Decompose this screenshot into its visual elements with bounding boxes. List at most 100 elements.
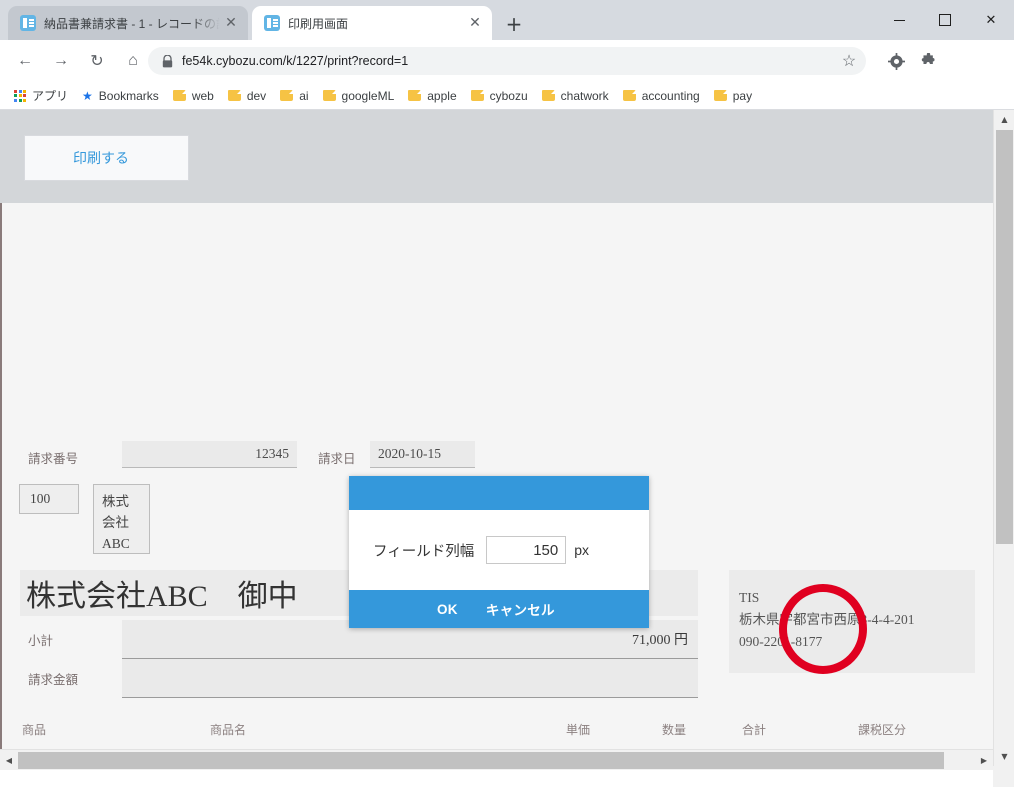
field-width-label: フィールド列幅 — [373, 543, 475, 560]
new-tab-button[interactable]: + — [500, 10, 528, 38]
folder-icon — [172, 90, 186, 101]
bookmark-label: アプリ — [32, 89, 69, 103]
tab-title: 納品書兼請求書 - 1 - レコードの詳細 — [44, 16, 220, 31]
reload-icon[interactable]: ↻ — [82, 46, 112, 76]
browser-window: 納品書兼請求書 - 1 - レコードの詳細 ✕ 印刷用画面 ✕ + ✕ ← → … — [0, 0, 1014, 787]
sender-phone: 090-2201-8177 — [739, 634, 823, 649]
sender-address-box: TIS 栃木県宇都宮市西原3-4-4-201 090-2201-8177 — [729, 570, 975, 673]
bookmark-label: web — [191, 88, 214, 103]
tab-invoice-record[interactable]: 納品書兼請求書 - 1 - レコードの詳細 ✕ — [8, 6, 248, 40]
column-header-tax: 課税区分 — [858, 723, 907, 737]
url-text: fe54k.cybozu.com/k/1227/print?record=1 — [182, 54, 409, 68]
column-header-price: 単価 — [566, 723, 591, 737]
bookmarks-bar: アプリ ★ Bookmarks web dev ai googleML appl… — [0, 82, 1014, 110]
field-width-dialog: フィールド列幅 150 px OK キャンセル — [349, 476, 649, 628]
bookmark-star-icon[interactable]: ☆ — [838, 50, 860, 72]
kintone-icon — [20, 15, 36, 31]
bookmark-ai[interactable]: ai — [273, 85, 315, 107]
billed-amount-row: 請求金額 — [20, 659, 698, 698]
bookmark-label: apple — [427, 88, 457, 103]
address-bar[interactable]: fe54k.cybozu.com/k/1227/print?record=1 — [148, 47, 866, 75]
apps-grid-icon — [14, 89, 26, 102]
folder-icon — [322, 90, 336, 101]
folder-icon — [470, 90, 484, 101]
folder-icon — [622, 90, 636, 101]
field-width-input[interactable]: 150 — [486, 536, 567, 564]
bookmark-label: cybozu — [489, 88, 528, 103]
tab-title: 印刷用画面 — [288, 16, 349, 31]
bookmark-apps[interactable]: アプリ — [7, 85, 75, 107]
bookmark-apple[interactable]: apple — [401, 85, 463, 107]
print-toolbar: 印刷する — [0, 110, 993, 203]
bookmark-label: accounting — [641, 88, 700, 103]
sender-street: 栃木県宇都宮市西原3-4-4-201 — [739, 612, 915, 627]
scroll-up-icon[interactable]: ▲ — [994, 110, 1014, 128]
folder-icon — [713, 90, 727, 101]
company-box[interactable]: 株式 会社 ABC — [93, 484, 150, 554]
page-viewport: 印刷する 請求番号 12345 請求日 2020-10-15 100 株式 会社… — [0, 110, 1014, 787]
invoice-number-value[interactable]: 12345 — [122, 441, 297, 468]
column-header-qty: 数量 — [662, 723, 687, 737]
billed-amount-label: 請求金額 — [28, 673, 79, 687]
scroll-left-icon[interactable]: ◀ — [0, 750, 18, 770]
scrollbar-corner — [993, 766, 1014, 787]
lock-icon — [162, 54, 173, 68]
invoice-date-label: 請求日 — [318, 452, 356, 466]
bookmark-label: dev — [246, 88, 267, 103]
ok-button[interactable]: OK — [437, 602, 458, 617]
billed-amount-value — [122, 659, 698, 698]
column-header-id: 商品 — [22, 723, 47, 737]
sender-name: TIS — [739, 590, 760, 605]
close-window-icon[interactable]: ✕ — [968, 3, 1014, 37]
vertical-scroll-thumb[interactable] — [996, 130, 1013, 544]
horizontal-scroll-thumb[interactable] — [18, 752, 944, 769]
print-button[interactable]: 印刷する — [24, 135, 189, 181]
bookmark-dev[interactable]: dev — [221, 85, 273, 107]
scroll-down-icon[interactable]: ▼ — [994, 747, 1014, 765]
kintone-icon — [264, 15, 280, 31]
bookmark-accounting[interactable]: accounting — [616, 85, 707, 107]
maximize-icon[interactable] — [922, 3, 968, 37]
print-preview-page: 印刷する 請求番号 12345 請求日 2020-10-15 100 株式 会社… — [0, 110, 993, 770]
invoice-date-value[interactable]: 2020-10-15 — [370, 441, 475, 468]
dialog-body: フィールド列幅 150 px — [349, 510, 649, 590]
bookmark-label: ai — [299, 88, 309, 103]
cancel-button[interactable]: キャンセル — [486, 599, 555, 619]
dialog-header — [349, 476, 649, 510]
home-icon[interactable]: ⌂ — [118, 46, 148, 76]
bookmark-googleml[interactable]: googleML — [316, 85, 402, 107]
window-controls: ✕ — [876, 0, 1014, 40]
bookmark-label: googleML — [341, 88, 395, 103]
star-icon: ★ — [82, 88, 93, 103]
tab-close-icon[interactable]: ✕ — [220, 12, 242, 34]
tab-print-screen[interactable]: 印刷用画面 ✕ — [252, 6, 492, 40]
folder-icon — [541, 90, 555, 101]
column-header-total: 合計 — [742, 723, 767, 737]
invoice-number-label: 請求番号 — [28, 452, 79, 466]
vertical-scrollbar[interactable]: ▲ ▼ — [993, 110, 1014, 787]
back-icon[interactable]: ← — [10, 46, 40, 76]
bookmark-pay[interactable]: pay — [707, 85, 759, 107]
column-header-name: 商品名 — [210, 723, 247, 737]
scroll-right-icon[interactable]: ▶ — [975, 750, 993, 770]
bookmark-label: Bookmarks — [98, 88, 159, 103]
forward-icon[interactable]: → — [46, 46, 76, 76]
puzzle-icon[interactable] — [916, 49, 940, 73]
tab-close-icon[interactable]: ✕ — [464, 12, 486, 34]
field-width-unit: px — [574, 542, 590, 558]
code-box[interactable]: 100 — [19, 484, 79, 514]
subtotal-label: 小計 — [28, 634, 54, 648]
bookmark-label: chatwork — [560, 88, 609, 103]
bookmark-bookmarks[interactable]: ★ Bookmarks — [75, 85, 166, 107]
bookmark-cybozu[interactable]: cybozu — [464, 85, 535, 107]
horizontal-scrollbar[interactable]: ◀ ▶ — [0, 749, 993, 770]
bookmark-web[interactable]: web — [166, 85, 221, 107]
browser-toolbar: ← → ↻ ⌂ fe54k.cybozu.com/k/1227/print?re… — [0, 40, 1014, 112]
folder-icon — [408, 90, 422, 101]
dialog-footer: OK キャンセル — [349, 590, 649, 628]
folder-icon — [280, 90, 294, 101]
bookmark-chatwork[interactable]: chatwork — [535, 85, 616, 107]
minimize-icon[interactable] — [876, 3, 922, 37]
gear-icon[interactable] — [884, 49, 908, 73]
folder-icon — [227, 90, 241, 101]
